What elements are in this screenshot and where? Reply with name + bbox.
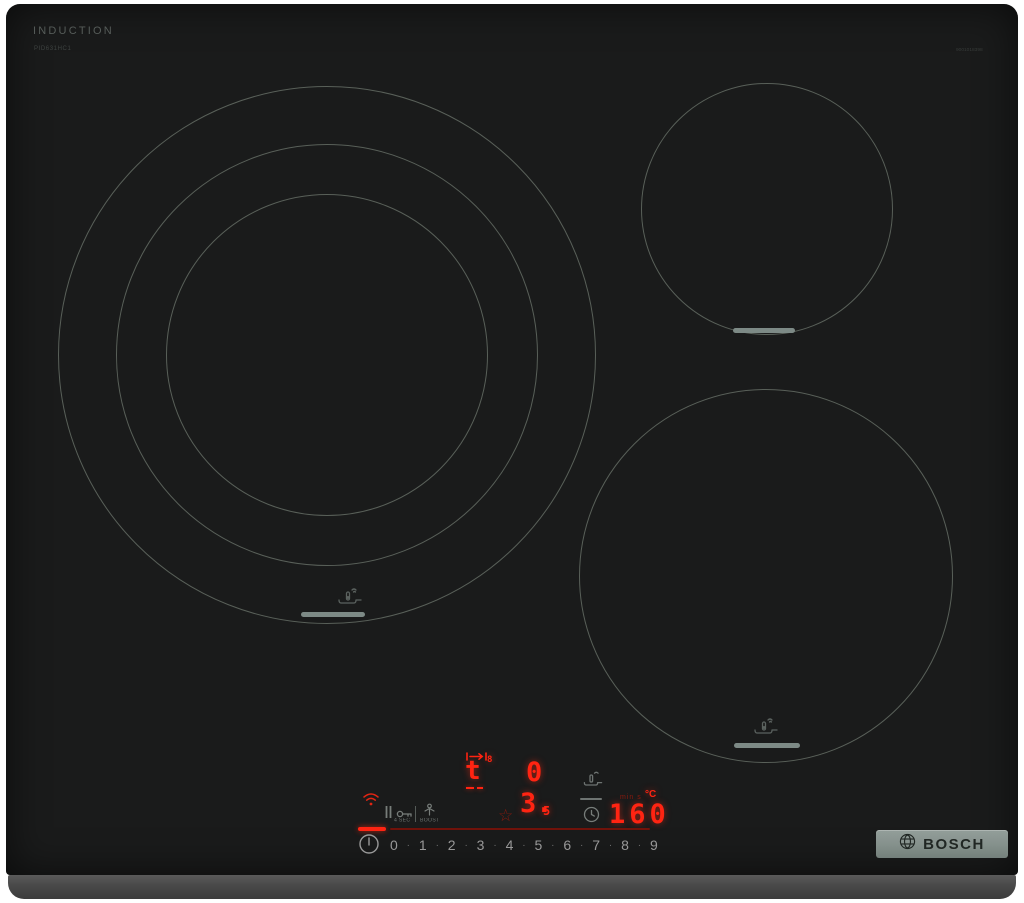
fry-sensor-icon bbox=[752, 714, 780, 745]
level-separator: · bbox=[464, 839, 468, 851]
favourite-star-icon[interactable]: ☆ bbox=[498, 808, 513, 825]
zone-left-inner-ring bbox=[166, 194, 488, 516]
level-separator: · bbox=[522, 839, 526, 851]
level-key-3[interactable]: 3 bbox=[477, 837, 485, 853]
clock-icon[interactable] bbox=[583, 806, 600, 828]
level-separator: · bbox=[580, 839, 584, 851]
zone-bottom-right-ring bbox=[579, 389, 953, 763]
slider-active-segment[interactable] bbox=[358, 827, 386, 831]
hob-front-edge bbox=[8, 875, 1016, 899]
bosch-emblem-icon bbox=[899, 833, 916, 855]
level-separator: · bbox=[551, 839, 555, 851]
temperature-value: 160 bbox=[609, 799, 670, 830]
power-level-sub-digit: 5 bbox=[543, 804, 551, 818]
zone-top-right-ring bbox=[641, 83, 893, 335]
print-code-label: 9001018398 bbox=[956, 48, 983, 53]
level-separator: · bbox=[406, 839, 411, 851]
level-key-0[interactable]: 0 bbox=[390, 837, 398, 853]
timer-value-digit: 0 bbox=[526, 757, 543, 788]
steam-pan-icon bbox=[582, 770, 604, 795]
fry-sensor-icon bbox=[336, 584, 364, 615]
level-key-2[interactable]: 2 bbox=[448, 837, 456, 853]
level-key-9[interactable]: 9 bbox=[650, 837, 658, 853]
boost-key-label: BOOST bbox=[420, 818, 440, 824]
power-icon[interactable] bbox=[358, 833, 380, 855]
bosch-logo-plate: BOSCH bbox=[876, 830, 1008, 858]
timer-underline-mark bbox=[477, 787, 483, 789]
bosch-logo-text: BOSCH bbox=[923, 835, 985, 853]
product-line-label: INDUCTION bbox=[33, 25, 114, 37]
panel-divider bbox=[415, 806, 416, 822]
level-separator: · bbox=[608, 839, 613, 851]
pan-position-mark-top-right bbox=[733, 328, 795, 333]
timer-indicator-digit[interactable]: t bbox=[465, 758, 481, 784]
sensor-separator-line bbox=[580, 798, 602, 800]
model-number-label: PID631HC1 bbox=[34, 46, 72, 52]
level-separator: · bbox=[435, 839, 439, 851]
pause-icon[interactable] bbox=[384, 805, 393, 824]
wifi-icon bbox=[362, 792, 380, 812]
level-key-8[interactable]: 8 bbox=[621, 837, 629, 853]
level-key-6[interactable]: 6 bbox=[563, 837, 571, 853]
timer-underline-mark bbox=[466, 787, 474, 789]
slider-track[interactable] bbox=[390, 828, 650, 830]
timer-superscript-digit: 8 bbox=[487, 755, 493, 765]
level-key-7[interactable]: 7 bbox=[592, 837, 600, 853]
induction-hob-surface: INDUCTION PID631HC1 9001018398 4 SEC BOO… bbox=[6, 4, 1018, 875]
level-key-4[interactable]: 4 bbox=[506, 837, 514, 853]
lock-key-label: 4 SEC bbox=[394, 818, 411, 824]
level-key-1[interactable]: 1 bbox=[419, 837, 427, 853]
level-key-5[interactable]: 5 bbox=[534, 837, 542, 853]
power-level-scale: 0 · 1 · 2 · 3 · 4 · 5 · 6 · 7 · 8 · 9 bbox=[390, 835, 658, 855]
level-separator: · bbox=[637, 839, 642, 851]
level-separator: · bbox=[493, 839, 497, 851]
